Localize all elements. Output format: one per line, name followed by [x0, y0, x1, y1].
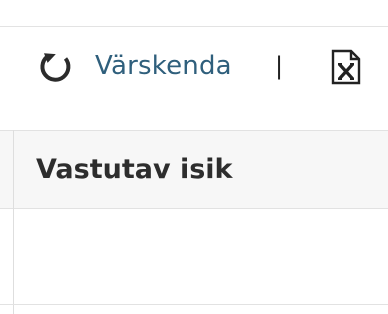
application-screen: Värskenda | Vastutav isik [0, 0, 388, 314]
refresh-label: Värskenda [95, 51, 232, 81]
column-header-responsible-person[interactable]: Vastutav isik [36, 154, 233, 185]
excel-export-button[interactable] [329, 48, 363, 86]
refresh-button[interactable]: Värskenda [37, 46, 232, 86]
toolbar-separator: | [275, 52, 284, 80]
refresh-icon [37, 47, 75, 85]
excel-export-icon [331, 49, 361, 85]
table-row [0, 209, 388, 305]
